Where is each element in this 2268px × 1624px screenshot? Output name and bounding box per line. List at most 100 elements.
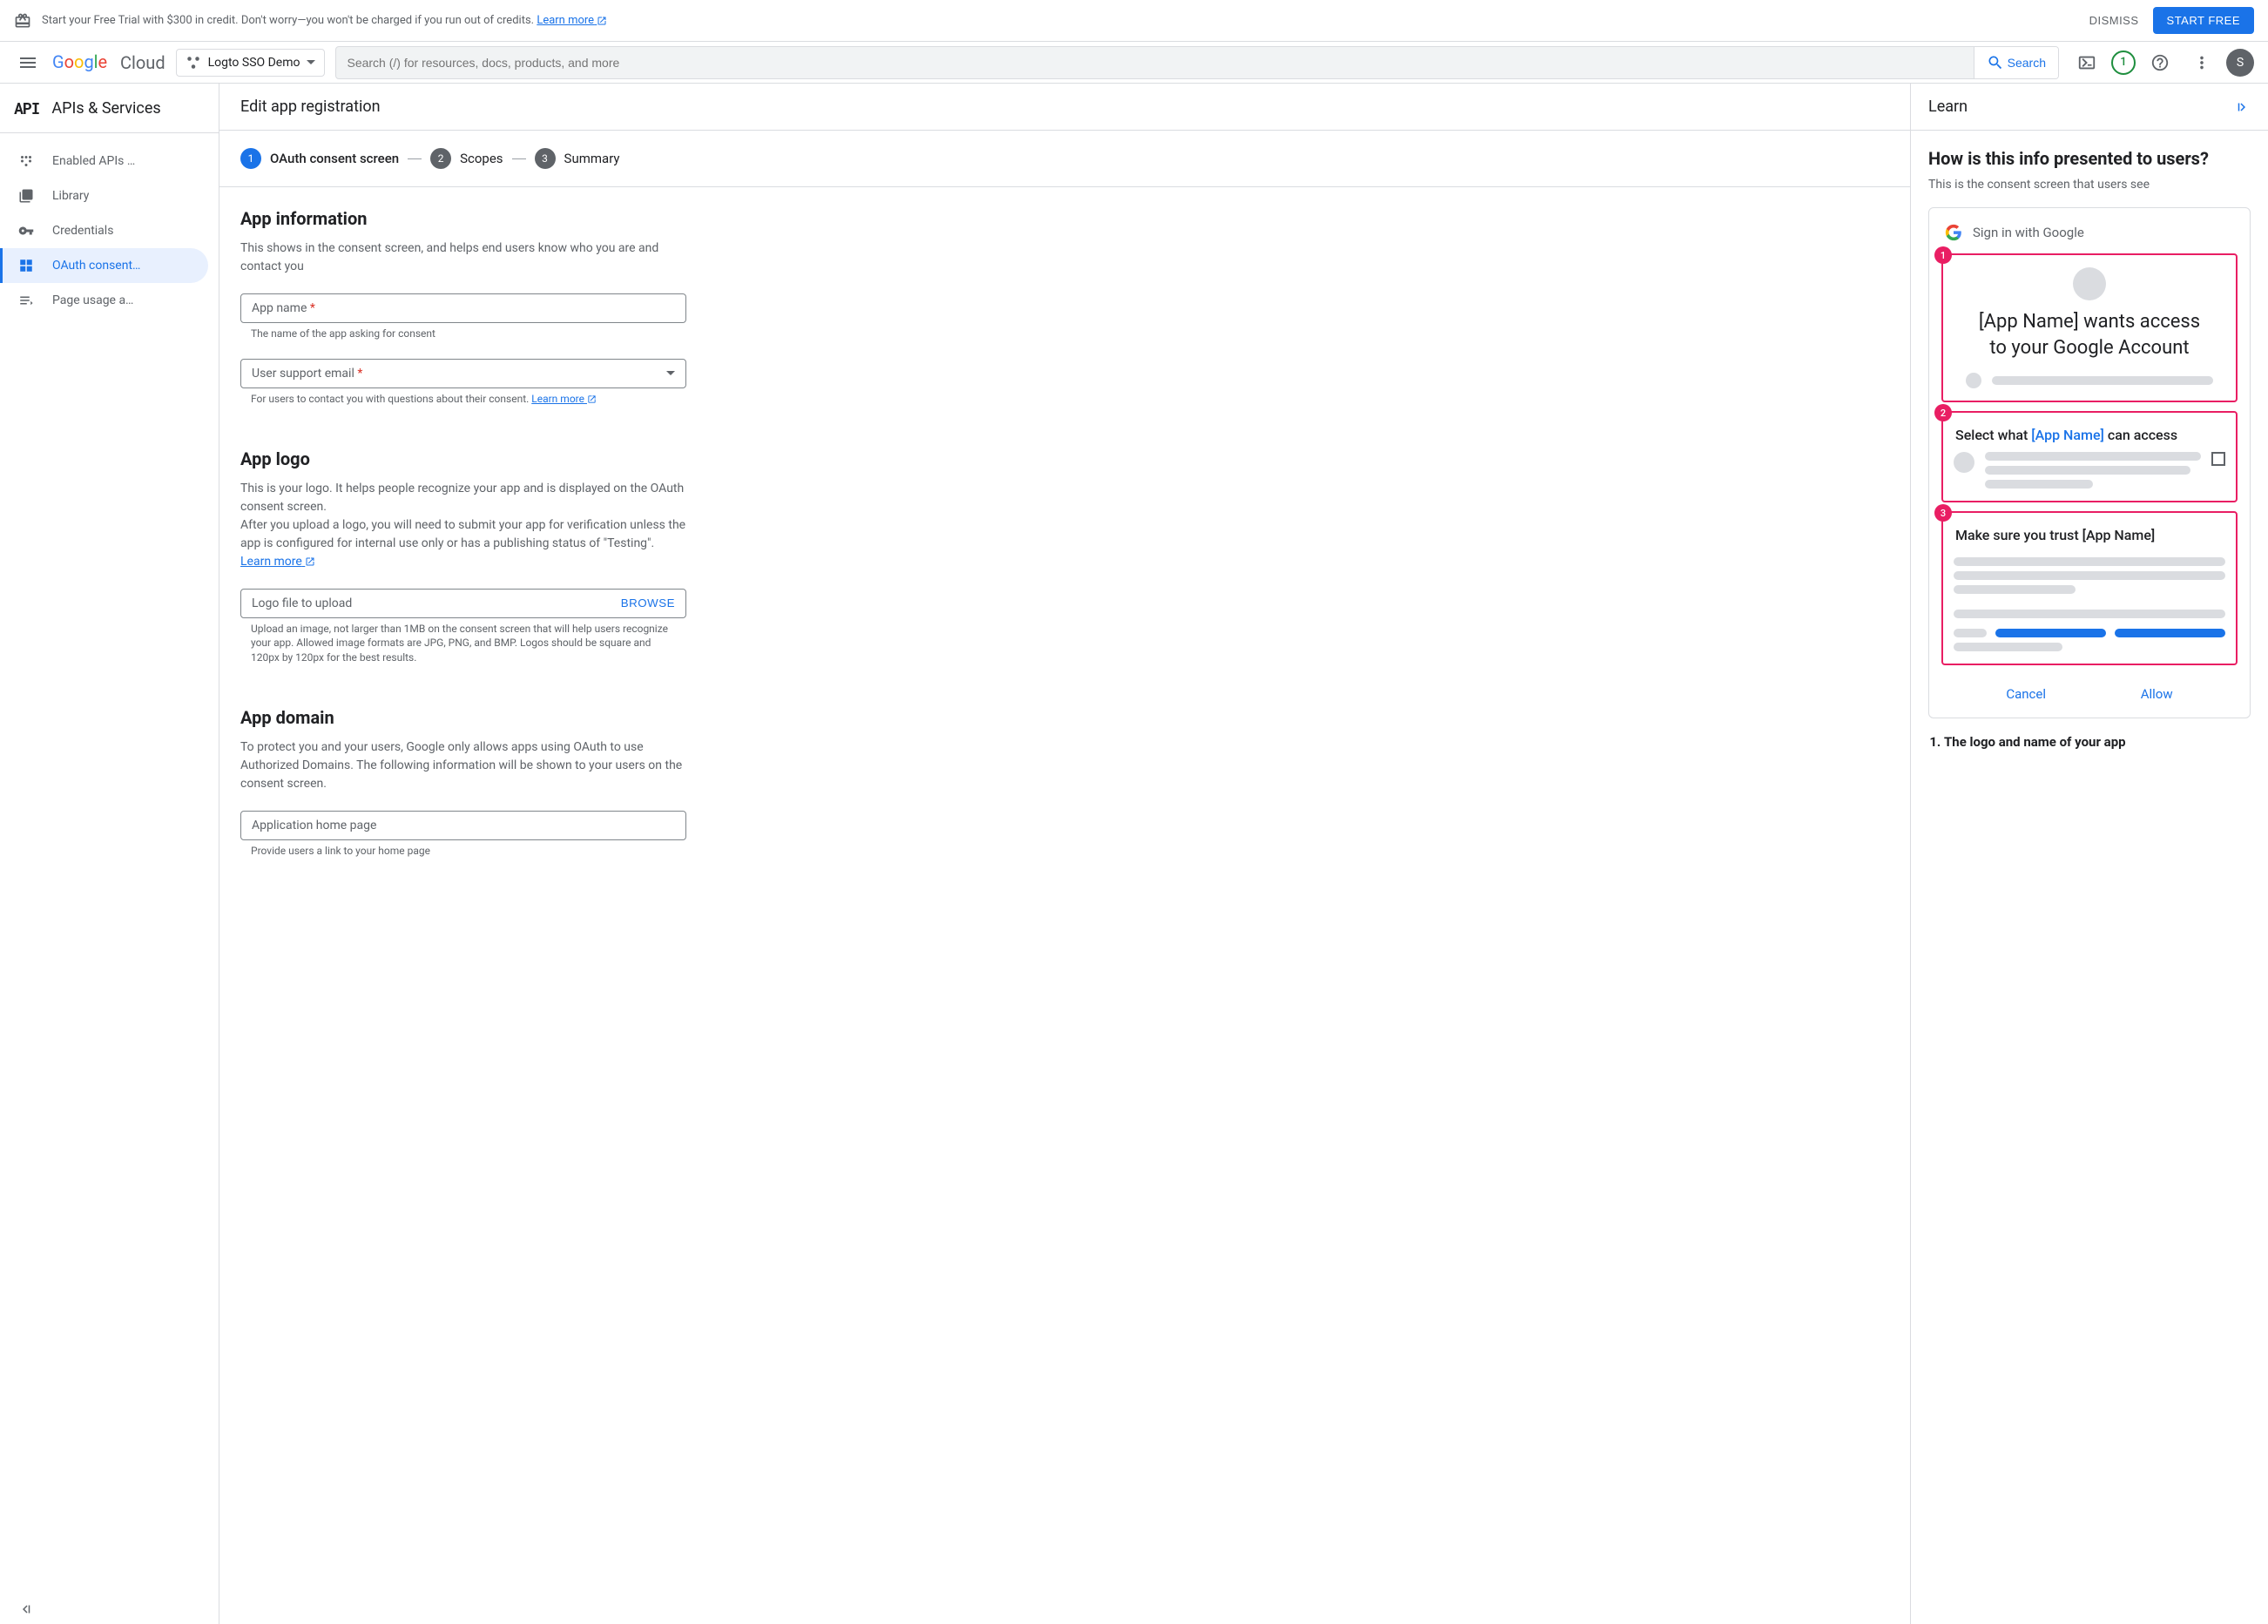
consent-preview: Sign in with Google 1 [App Name] wants a… <box>1928 207 2251 718</box>
section-title: App logo <box>240 448 686 469</box>
sidebar-item-label: Credentials <box>52 224 113 238</box>
placeholder-avatar <box>2073 267 2106 300</box>
app-name-input-wrapper[interactable]: App name * <box>240 293 686 323</box>
search-button[interactable]: Search <box>1974 47 2058 78</box>
learn-heading: How is this info presented to users? <box>1928 148 2251 169</box>
start-free-button[interactable]: START FREE <box>2153 7 2254 34</box>
step-badge-2: 2 <box>1934 404 1952 421</box>
banner-text: Start your Free Trial with $300 in credi… <box>42 14 2089 27</box>
sidebar-item-oauth-consent[interactable]: OAuth consent… <box>0 248 208 283</box>
step-2-label[interactable]: Scopes <box>460 151 503 166</box>
step-2-badge: 2 <box>430 148 451 169</box>
chevron-left-icon <box>17 1601 33 1617</box>
preview-select-text: Select what [App Name] can access <box>1954 425 2225 452</box>
field-label: Application home page <box>252 819 376 832</box>
sidebar-item-page-usage[interactable]: Page usage a… <box>0 283 219 318</box>
learn-more-link[interactable]: Learn more <box>531 393 597 405</box>
trial-credits-badge[interactable]: 1 <box>2111 51 2136 75</box>
banner-learn-more-link[interactable]: Learn more <box>537 14 607 27</box>
cancel-label: Cancel <box>2006 686 2046 702</box>
section-desc: To protect you and your users, Google on… <box>240 738 686 793</box>
step-divider <box>512 158 526 159</box>
support-email-select[interactable]: User support email * <box>240 359 686 388</box>
field-hint: For users to contact you with questions … <box>240 388 686 419</box>
search-icon <box>1987 54 2004 71</box>
collapse-sidebar-button[interactable] <box>0 1594 219 1624</box>
chevron-down-icon <box>307 60 315 64</box>
search-box: Search <box>335 46 2059 79</box>
learn-header: Learn <box>1911 84 2268 131</box>
sidebar-item-label: Enabled APIs … <box>52 154 135 168</box>
step-1-label[interactable]: OAuth consent screen <box>270 151 399 166</box>
step-badge-1: 1 <box>1934 246 1952 264</box>
content-area: Edit app registration 1 OAuth consent sc… <box>219 84 1911 1624</box>
project-icon <box>186 55 201 71</box>
placeholder-permission-row <box>1954 452 2225 489</box>
search-input[interactable] <box>336 47 1973 78</box>
api-logo-icon: API <box>14 98 39 118</box>
svg-text:Google: Google <box>52 52 107 72</box>
homepage-field: Application home page Provide users a li… <box>240 811 686 871</box>
sidebar-item-enabled-apis[interactable]: Enabled APIs … <box>0 144 219 179</box>
field-hint: Upload an image, not larger than 1MB on … <box>240 618 686 677</box>
app-header: Google Cloud Logto SSO Demo Search 1 S <box>0 42 2268 84</box>
placeholder-row <box>1954 373 2225 388</box>
cloud-text: Cloud <box>120 52 165 73</box>
page-title: Edit app registration <box>219 84 1910 131</box>
project-selector[interactable]: Logto SSO Demo <box>176 49 326 77</box>
dismiss-button[interactable]: DISMISS <box>2089 14 2139 27</box>
learn-list: The logo and name of your app <box>1928 734 2251 750</box>
consent-icon <box>17 257 35 274</box>
field-hint: The name of the app asking for consent <box>240 323 686 354</box>
section-title: App domain <box>240 707 686 728</box>
sidebar-item-credentials[interactable]: Credentials <box>0 213 219 248</box>
learn-body[interactable]: How is this info presented to users? Thi… <box>1911 131 2268 1624</box>
section-title: App information <box>240 208 686 229</box>
content-body[interactable]: 1 OAuth consent screen 2 Scopes 3 Summar… <box>219 131 1910 1624</box>
chevron-down-icon <box>666 371 675 375</box>
sidebar-nav: Enabled APIs … Library Credentials OAuth… <box>0 133 219 1594</box>
app-information-section: App information This shows in the consen… <box>219 187 707 428</box>
sidebar-title[interactable]: API APIs & Services <box>0 84 219 133</box>
user-avatar[interactable]: S <box>2226 49 2254 77</box>
placeholder-buttons <box>1954 629 2225 637</box>
field-label: App name * <box>252 301 315 315</box>
google-cloud-logo[interactable]: Google Cloud <box>52 52 165 73</box>
learn-title: Learn <box>1928 98 1968 116</box>
learn-more-link[interactable]: Learn more <box>240 555 315 569</box>
app-logo-section: App logo This is your logo. It helps peo… <box>219 428 707 686</box>
google-g-icon <box>1945 224 1962 241</box>
support-email-field: User support email * For users to contac… <box>240 359 686 419</box>
preview-trust-text: Make sure you trust [App Name] <box>1954 525 2225 552</box>
sidebar-item-label: OAuth consent… <box>52 259 140 273</box>
trial-banner: Start your Free Trial with $300 in credi… <box>0 0 2268 42</box>
cloud-shell-button[interactable] <box>2069 45 2104 80</box>
homepage-input[interactable]: Application home page <box>240 811 686 840</box>
sidebar: API APIs & Services Enabled APIs … Libra… <box>0 84 219 1624</box>
signin-text: Sign in with Google <box>1973 225 2084 240</box>
field-label: Logo file to upload <box>252 596 352 610</box>
sidebar-item-library[interactable]: Library <box>0 179 219 213</box>
agreements-icon <box>17 292 35 309</box>
help-button[interactable] <box>2143 45 2177 80</box>
browse-button[interactable]: BROWSE <box>621 596 675 610</box>
more-options-button[interactable] <box>2184 45 2219 80</box>
learn-panel: Learn How is this info presented to user… <box>1911 84 2268 1624</box>
google-logo-icon: Google <box>52 52 117 73</box>
main-layout: API APIs & Services Enabled APIs … Libra… <box>0 84 2268 1624</box>
preview-step-1: 1 [App Name] wants accessto your Google … <box>1941 253 2238 402</box>
field-label: User support email * <box>252 367 362 381</box>
expand-panel-button[interactable] <box>2235 99 2251 115</box>
gift-icon <box>14 12 31 30</box>
step-divider <box>408 158 422 159</box>
logo-upload-input[interactable]: Logo file to upload BROWSE <box>240 589 686 618</box>
banner-message: Start your Free Trial with $300 in credi… <box>42 14 537 27</box>
grid-icon <box>17 152 35 170</box>
learn-desc: This is the consent screen that users se… <box>1928 178 2251 192</box>
step-badge-3: 3 <box>1934 504 1952 522</box>
project-name: Logto SSO Demo <box>208 56 300 70</box>
preview-access-text: [App Name] wants accessto your Google Ac… <box>1954 309 2225 361</box>
step-3-label[interactable]: Summary <box>564 151 620 166</box>
hamburger-menu-button[interactable] <box>14 49 42 77</box>
header-actions: 1 S <box>2069 45 2254 80</box>
